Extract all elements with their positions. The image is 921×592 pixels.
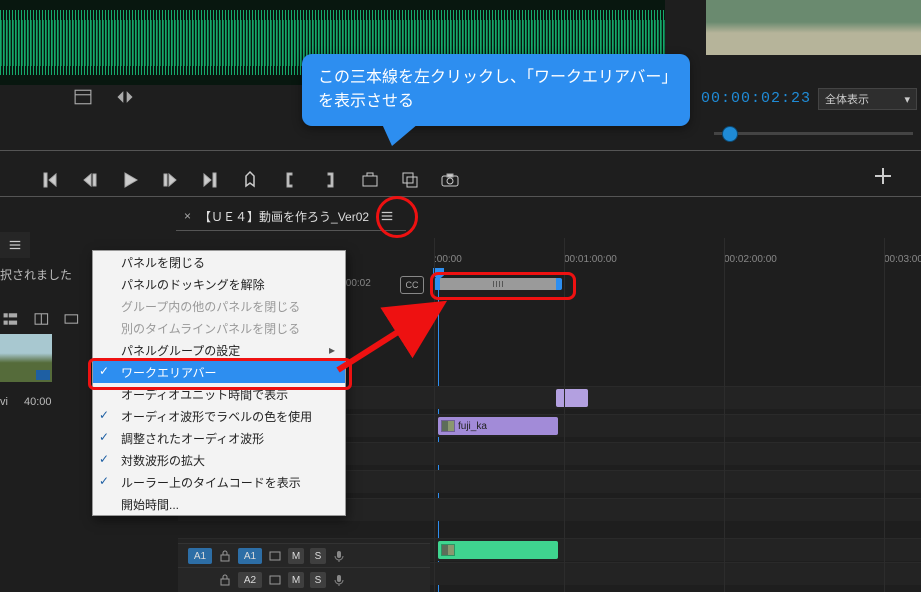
- subruler-tc: :00:02: [343, 278, 371, 289]
- voiceover-mic-icon[interactable]: [332, 573, 346, 587]
- mute-button[interactable]: M: [288, 572, 304, 588]
- track-header-a2[interactable]: -- A2 M S: [178, 567, 430, 592]
- clip-label: fuji_ka: [458, 421, 487, 432]
- program-timecode[interactable]: 00:00:02:23: [701, 90, 811, 107]
- menu-show-tc-on-ruler[interactable]: ✓ ルーラー上のタイムコードを表示: [93, 471, 345, 493]
- ruler-tick: :00:00: [434, 254, 462, 265]
- step-forward-button[interactable]: [160, 170, 180, 190]
- add-marker-button[interactable]: [240, 170, 260, 190]
- annotation-highlight-box-2: [430, 272, 576, 300]
- check-icon: ✓: [99, 408, 115, 424]
- menu-rectified-waveform[interactable]: ✓ 調整されたオーディオ波形: [93, 427, 345, 449]
- panel-menu-left-button[interactable]: [0, 232, 30, 258]
- menu-undock-panel[interactable]: パネルのドッキングを解除: [93, 273, 345, 295]
- chevron-down-icon: ▾: [904, 93, 910, 106]
- menu-work-area-bar[interactable]: ✓ ワークエリアバー: [93, 361, 345, 383]
- sequence-tab-title: 【ＵＥ４】動画を作ろう_Ver02: [199, 208, 369, 225]
- sequence-tab[interactable]: × 【ＵＥ４】動画を作ろう_Ver02: [176, 202, 406, 231]
- ruler-tick: 00:02:00:00: [724, 254, 777, 265]
- menu-panel-group-settings[interactable]: パネルグループの設定▸: [93, 339, 345, 361]
- menu-start-time[interactable]: 開始時間...: [93, 493, 345, 515]
- a1-chip[interactable]: A1: [238, 548, 262, 564]
- check-icon: ✓: [99, 364, 115, 380]
- lock-icon[interactable]: [218, 549, 232, 563]
- menu-log-waveform-zoom[interactable]: ✓ 対数波形の拡大: [93, 449, 345, 471]
- solo-button[interactable]: S: [310, 572, 326, 588]
- clip-name-label: vi: [0, 396, 8, 408]
- av-clip-icon: [442, 545, 454, 555]
- export-frame-button[interactable]: [440, 170, 460, 190]
- program-preview-thumb: [706, 0, 921, 55]
- sync-lock-icon[interactable]: [268, 573, 282, 587]
- annotation-text: この三本線を左クリックし、「ワークエリアバー」を表示させる: [318, 69, 669, 110]
- ruler-tick: 00:01:00:00: [564, 254, 617, 265]
- menu-close-others: グループ内の他のパネルを閉じる: [93, 295, 345, 317]
- zoom-select-label: 全体表示: [825, 91, 869, 107]
- extract-button[interactable]: [400, 170, 420, 190]
- solo-button[interactable]: S: [310, 548, 326, 564]
- marker-arrows-icon[interactable]: [116, 88, 134, 106]
- av-clip-icon: [442, 421, 454, 431]
- overwrite-icon[interactable]: [63, 310, 80, 328]
- check-icon: ✓: [99, 474, 115, 490]
- sync-lock-icon[interactable]: [268, 549, 282, 563]
- source-panel: [0, 310, 80, 410]
- selection-status-text: 択されました: [0, 266, 72, 283]
- lock-icon[interactable]: [218, 573, 232, 587]
- lift-button[interactable]: [360, 170, 380, 190]
- menu-audio-time-units[interactable]: オーディオユニット時間で表示: [93, 383, 345, 405]
- button-editor-add[interactable]: [871, 164, 895, 188]
- menu-use-label-color-waveform[interactable]: ✓ オーディオ波形でラベルの色を使用: [93, 405, 345, 427]
- transport-bar: [40, 160, 460, 200]
- insert-icon[interactable]: [33, 310, 50, 328]
- clip-audio-a1[interactable]: [438, 541, 558, 559]
- voiceover-mic-icon[interactable]: [332, 549, 346, 563]
- check-icon: ✓: [99, 430, 115, 446]
- step-back-button[interactable]: [80, 170, 100, 190]
- ruler-tick: 00:03:00:00: [884, 254, 921, 265]
- time-ruler[interactable]: :00:00 00:01:00:00 00:02:00:00 00:03:00:…: [434, 254, 921, 274]
- mute-button[interactable]: M: [288, 548, 304, 564]
- close-tab-button[interactable]: ×: [176, 209, 199, 223]
- zoom-slider[interactable]: [706, 118, 921, 148]
- mark-out-button[interactable]: [200, 170, 220, 190]
- play-button[interactable]: [120, 170, 140, 190]
- a2-chip[interactable]: A2: [238, 572, 262, 588]
- clip-thumbnail[interactable]: [0, 334, 52, 382]
- clip-fuji[interactable]: fuji_ka: [438, 417, 558, 435]
- zoom-select[interactable]: 全体表示 ▾: [818, 88, 917, 110]
- src-a1-chip[interactable]: A1: [188, 548, 212, 564]
- bracket-out-button[interactable]: [320, 170, 340, 190]
- panel-context-menu: パネルを閉じる パネルのドッキングを解除 グループ内の他のパネルを閉じる 別のタ…: [92, 250, 346, 516]
- clip-purple-small[interactable]: [556, 389, 588, 407]
- cc-badge[interactable]: CC: [400, 276, 424, 294]
- bracket-in-button[interactable]: [280, 170, 300, 190]
- menu-close-panel[interactable]: パネルを閉じる: [93, 251, 345, 273]
- menu-close-other-timeline: 別のタイムラインパネルを閉じる: [93, 317, 345, 339]
- clip-tc-label: 40:00: [24, 396, 52, 408]
- track-header-a1[interactable]: A1 A1 M S: [178, 543, 430, 568]
- list-view-icon[interactable]: [2, 310, 19, 328]
- panel-menu-button[interactable]: [379, 208, 395, 224]
- check-icon: ✓: [99, 452, 115, 468]
- panel-layout-icon[interactable]: [74, 88, 92, 106]
- submenu-chevron-icon: ▸: [329, 343, 335, 357]
- mark-in-button[interactable]: [40, 170, 60, 190]
- annotation-callout: この三本線を左クリックし、「ワークエリアバー」を表示させる: [302, 54, 690, 126]
